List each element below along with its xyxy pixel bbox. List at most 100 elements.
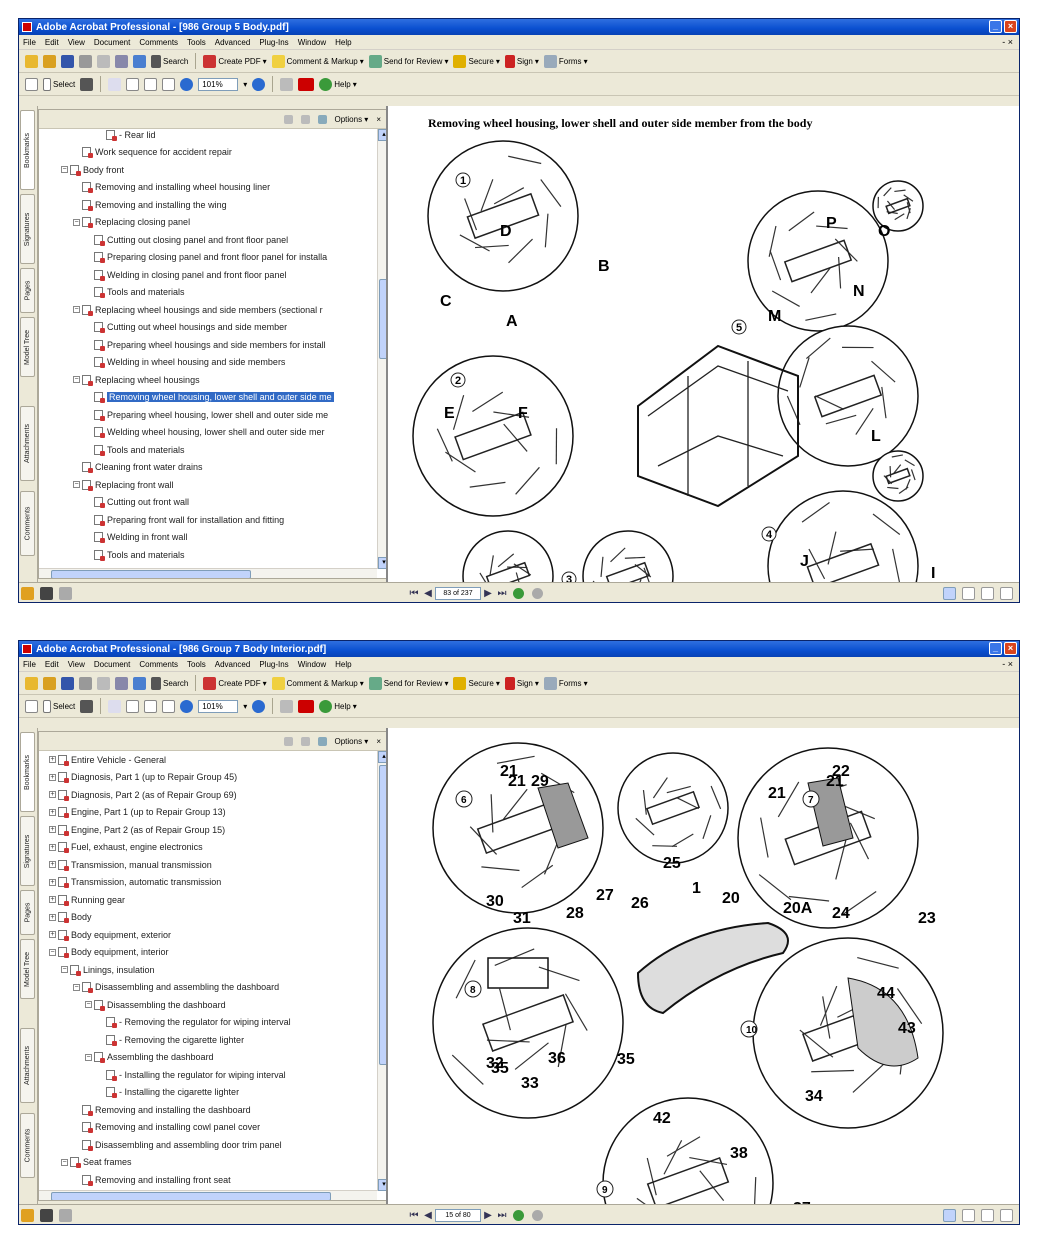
single-page-icon[interactable] <box>943 586 956 600</box>
collapse-icon[interactable]: − <box>73 376 80 383</box>
tab-attachments[interactable]: Attachments <box>20 406 35 481</box>
facing-icon[interactable] <box>981 586 994 600</box>
collapse-icon[interactable]: − <box>61 966 68 973</box>
sign-button[interactable]: Sign ▾ <box>504 54 539 68</box>
fit-width-icon[interactable] <box>162 77 176 91</box>
comment-markup-button[interactable]: Comment & Markup ▾ <box>271 54 364 68</box>
document-view[interactable]: Removing wheel housing, lower shell and … <box>386 106 1019 582</box>
menu-comments[interactable]: Comments <box>139 660 178 669</box>
bookmark-item[interactable]: Cutting out closing panel and front floo… <box>39 231 288 248</box>
collapse-icon[interactable]: − <box>85 1001 92 1008</box>
create-pdf-button[interactable]: Create PDF ▾ <box>203 676 267 690</box>
organizer-icon[interactable] <box>43 54 56 68</box>
tab-comments[interactable]: Comments <box>20 491 35 556</box>
page-number-field[interactable]: 15 of 80 <box>435 1208 481 1222</box>
bookmark-item[interactable]: Tools and materials <box>39 284 185 301</box>
zoom-in-icon[interactable] <box>108 699 122 713</box>
zoom-level-field[interactable]: 101% <box>198 699 239 713</box>
rotate-icon[interactable] <box>280 699 294 713</box>
save-icon[interactable] <box>61 676 74 690</box>
tab-model-tree[interactable]: Model Tree <box>20 939 35 999</box>
print-icon[interactable] <box>79 676 92 690</box>
minimize-button[interactable]: _ <box>989 20 1002 33</box>
bookmark-item[interactable]: − Disassembling the dashboard <box>39 996 226 1013</box>
bookmark-horizontal-scrollbar[interactable] <box>39 568 377 578</box>
collapse-icon[interactable]: − <box>73 306 80 313</box>
menu-view[interactable]: View <box>68 38 85 47</box>
expand-icon[interactable]: + <box>49 791 56 798</box>
bookmark-item[interactable]: + Engine, Part 1 (up to Repair Group 13) <box>39 804 226 821</box>
first-page-button[interactable]: ⏮ <box>407 1210 421 1221</box>
options-menu[interactable]: Options ▾ <box>335 737 369 746</box>
menu-comments[interactable]: Comments <box>139 38 178 47</box>
send-review-button[interactable]: Send for Review ▾ <box>368 54 448 68</box>
collapse-icon[interactable]: − <box>85 1053 92 1061</box>
yahoo-icon[interactable] <box>298 77 315 91</box>
bookmark-item[interactable]: Cutting out front wall <box>39 494 189 511</box>
open-icon[interactable] <box>25 676 38 690</box>
web-icon[interactable] <box>133 54 146 68</box>
menu-view[interactable]: View <box>68 660 85 669</box>
menu-file[interactable]: File <box>23 660 36 669</box>
bookmark-item[interactable]: Work sequence for accident repair <box>39 144 232 161</box>
go-back-icon[interactable] <box>513 587 524 599</box>
bookmark-item[interactable]: + Transmission, manual transmission <box>39 856 212 873</box>
expand-icon[interactable]: + <box>49 896 56 903</box>
bookmark-item[interactable]: - Installing the regulator for wiping in… <box>39 1066 286 1083</box>
bookmark-item[interactable]: Preparing wheel housing, lower shell and… <box>39 406 328 423</box>
zoom-out-icon[interactable] <box>180 77 194 91</box>
print-icon[interactable] <box>79 54 92 68</box>
bookmark-item[interactable]: − Replacing wheel housings <box>39 371 200 388</box>
status-left-icon[interactable] <box>21 586 34 600</box>
organizer-icon[interactable] <box>43 676 56 690</box>
web-icon[interactable] <box>133 676 146 690</box>
bookmark-item[interactable]: - Removing the regulator for wiping inte… <box>39 1014 291 1031</box>
close-panel-icon[interactable]: × <box>376 737 381 746</box>
bookmark-item[interactable]: Disassembling and assembling door trim p… <box>39 1136 282 1153</box>
page-number-field[interactable]: 83 of 237 <box>435 586 481 600</box>
bookmark-item[interactable]: + Engine, Part 2 (as of Repair Group 15) <box>39 821 225 838</box>
attach-icon[interactable] <box>115 54 128 68</box>
bookmark-expand-icon[interactable] <box>317 736 327 746</box>
tab-model-tree[interactable]: Model Tree <box>20 317 35 377</box>
bookmark-item[interactable]: - Rear lid <box>39 126 156 143</box>
search-button[interactable]: Search <box>151 54 188 68</box>
expand-icon[interactable]: + <box>49 773 56 781</box>
expand-icon[interactable]: + <box>49 931 56 938</box>
bookmark-item[interactable]: Removing and installing front seat <box>39 1171 231 1188</box>
bookmark-new-icon[interactable] <box>300 736 310 746</box>
tab-pages[interactable]: Pages <box>20 890 35 935</box>
bookmark-item[interactable]: − Replacing wheel housings and side membe… <box>39 301 323 318</box>
help-button[interactable]: Help ▾ <box>319 77 357 91</box>
close-panel-icon[interactable]: × <box>376 115 381 124</box>
menu-document[interactable]: Document <box>94 660 130 669</box>
bookmark-item[interactable]: − Replacing closing panel <box>39 214 190 231</box>
collapse-icon[interactable]: − <box>49 948 56 956</box>
bookmark-item[interactable]: - Removing the cigarette lighter <box>39 1031 244 1048</box>
menu-tools[interactable]: Tools <box>187 38 206 47</box>
bookmark-item[interactable]: Cutting out wheel housings and side memb… <box>39 319 287 336</box>
previous-page-button[interactable]: ◀ <box>421 588 435 599</box>
bookmark-item[interactable]: Tools and materials <box>39 441 185 458</box>
bookmark-item[interactable]: Removing and installing wheel housing li… <box>39 179 270 196</box>
close-button[interactable]: × <box>1004 20 1017 33</box>
search-button[interactable]: Search <box>151 676 188 690</box>
close-button[interactable]: × <box>1004 642 1017 655</box>
menu-document[interactable]: Document <box>94 38 130 47</box>
bookmark-item[interactable]: + Diagnosis, Part 1 (up to Repair Group 4… <box>39 769 237 786</box>
bookmark-item[interactable]: Welding wheel housing, lower shell and o… <box>39 424 324 441</box>
bookmark-item[interactable]: + Running gear <box>39 891 125 908</box>
bookmark-item[interactable]: + Entire Vehicle - General <box>39 751 166 768</box>
select-tool-button[interactable]: Select <box>43 699 75 713</box>
bookmark-item[interactable]: − Linings, insulation <box>39 961 155 978</box>
collapse-icon[interactable]: − <box>73 983 80 991</box>
bookmark-item[interactable]: Removing and installing cowl panel cover <box>39 1119 260 1136</box>
bookmark-expand-icon[interactable] <box>317 114 327 124</box>
collapse-icon[interactable]: − <box>73 481 80 488</box>
zoom-out-icon[interactable] <box>180 699 194 713</box>
bookmark-item[interactable]: + Transmission, automatic transmission <box>39 874 221 891</box>
bookmark-item[interactable]: - Installing the cigarette lighter <box>39 1084 239 1101</box>
options-menu[interactable]: Options ▾ <box>335 115 369 124</box>
bookmark-item[interactable]: Welding in closing panel and front floor… <box>39 266 286 283</box>
bookmark-item[interactable]: Tools and materials <box>39 546 185 563</box>
